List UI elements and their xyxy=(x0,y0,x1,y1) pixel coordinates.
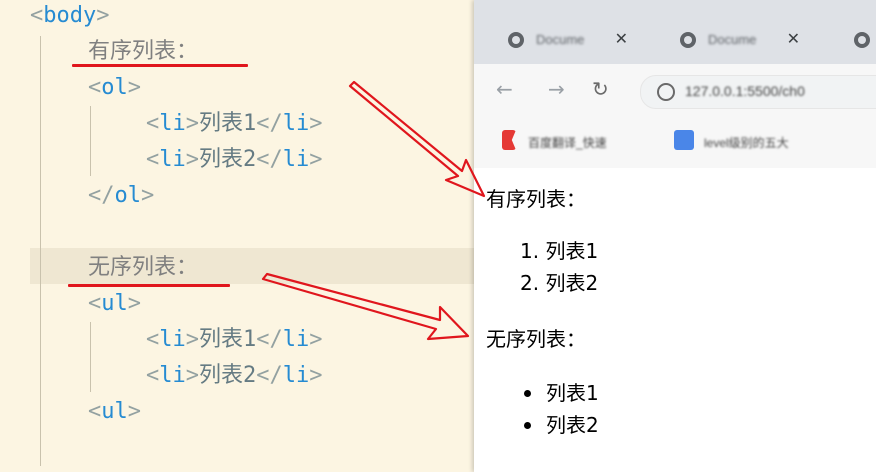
code-line-ol-close: </ol> xyxy=(88,183,155,208)
indent-guide xyxy=(90,106,91,176)
code-line-ul-item-1: <li>列表1</li> xyxy=(146,327,323,352)
bookmarks-bar: 百度翻译_快速 level级别的五大 xyxy=(474,116,876,169)
address-bar[interactable]: 127.0.0.1:5500/ch0 xyxy=(640,75,876,109)
tab-strip: Docume ✕ Docume ✕ xyxy=(474,0,876,64)
red-underline-unordered xyxy=(68,284,230,287)
code-line-ol-open: <ol> xyxy=(88,75,141,100)
code-line-ul-item-2: <li>列表2</li> xyxy=(146,363,323,388)
indent-guide xyxy=(90,322,91,392)
ordered-item-2: 2. 列表2 xyxy=(520,271,599,295)
unordered-item-1: 列表1 xyxy=(546,381,599,405)
indent-guide xyxy=(40,36,41,466)
page-viewport: 有序列表： 1. 列表1 2. 列表2 无序列表： 列表1 列表2 xyxy=(474,168,876,472)
browser-toolbar: ← → ↻ 127.0.0.1:5500/ch0 xyxy=(474,64,876,116)
code-line-unordered-comment: 无序列表： xyxy=(88,255,199,280)
back-arrow-icon[interactable]: ← xyxy=(496,78,513,100)
code-line-body: <body> xyxy=(30,3,110,28)
bullet-icon xyxy=(524,390,531,397)
forward-arrow-icon[interactable]: → xyxy=(548,78,565,100)
browser-tab-3[interactable] xyxy=(820,20,876,60)
unordered-heading: 无序列表： xyxy=(486,327,586,351)
tab-title: Docume xyxy=(536,32,585,47)
code-line-ol-item-1: <li>列表1</li> xyxy=(146,111,323,136)
ordered-item-1: 1. 列表1 xyxy=(520,239,599,263)
globe-icon xyxy=(854,32,870,48)
browser-tab-1[interactable]: Docume ✕ xyxy=(474,20,640,60)
close-icon[interactable]: ✕ xyxy=(615,29,628,49)
globe-icon xyxy=(508,32,524,48)
ordered-heading: 有序列表： xyxy=(486,187,586,211)
bookmark-label: 百度翻译_快速 xyxy=(528,136,607,150)
browser-window: Docume ✕ Docume ✕ ← → ↻ 127.0.0.1:5500/c… xyxy=(474,0,876,472)
globe-icon xyxy=(680,32,696,48)
bookmark-icon xyxy=(502,130,516,150)
tab-title: Docume xyxy=(708,32,757,47)
bullet-icon xyxy=(524,422,531,429)
browser-tab-2[interactable]: Docume ✕ xyxy=(646,20,812,60)
code-line-ol-item-2: <li>列表2</li> xyxy=(146,147,323,172)
code-editor[interactable]: <body> 有序列表： <ol> <li>列表1</li> <li>列表2</… xyxy=(0,0,478,472)
url-text: 127.0.0.1:5500/ch0 xyxy=(685,83,805,99)
doc-icon xyxy=(674,130,694,150)
red-underline-ordered xyxy=(72,64,248,67)
unordered-item-2: 列表2 xyxy=(546,413,599,437)
code-line-ul-open: <ul> xyxy=(88,291,141,316)
close-icon[interactable]: ✕ xyxy=(787,29,800,49)
site-info-icon[interactable] xyxy=(657,83,675,101)
code-line-ul-close: <ul> xyxy=(88,399,141,424)
bookmark-label: level级别的五大 xyxy=(704,136,789,150)
reload-icon[interactable]: ↻ xyxy=(592,78,609,100)
